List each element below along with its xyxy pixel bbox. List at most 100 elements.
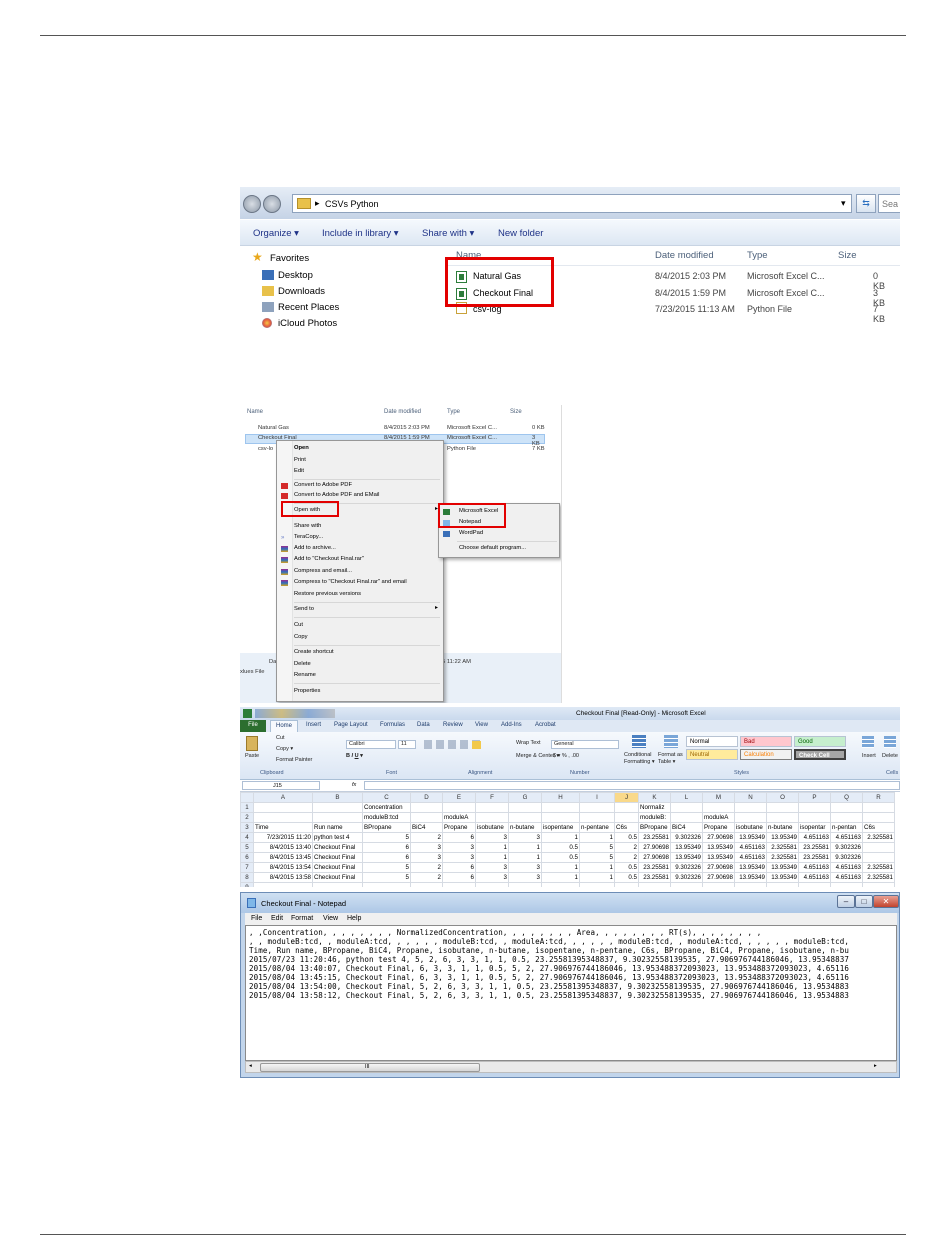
column-size[interactable]: Size (838, 250, 856, 261)
menu-edit[interactable]: Edit (294, 468, 304, 474)
cell[interactable]: 13.95349 (702, 852, 735, 863)
cell[interactable]: Normaliz (638, 802, 671, 813)
cell[interactable]: C6s (862, 822, 895, 833)
cell[interactable] (442, 882, 476, 887)
column-header[interactable]: N (734, 792, 767, 803)
cell[interactable]: 6 (442, 862, 476, 873)
cell[interactable]: 9.302326 (670, 872, 703, 883)
cell[interactable]: 13.95349 (766, 832, 799, 843)
maximize-button[interactable]: □ (855, 895, 873, 908)
cell[interactable]: 2 (614, 852, 639, 863)
nav-favorites[interactable]: ★ Favorites (252, 250, 309, 264)
column-date-modified[interactable]: Date modified (655, 250, 714, 261)
cell[interactable]: 0.5 (614, 832, 639, 843)
cell[interactable]: moduleA (702, 812, 735, 823)
cell[interactable]: 4.651163 (830, 832, 863, 843)
menu-view[interactable]: View (323, 915, 338, 922)
style-calculation[interactable]: Calculation (740, 749, 792, 760)
style-check-cell[interactable]: Check Cell (794, 749, 846, 760)
nav-desktop[interactable]: Desktop (262, 270, 313, 281)
cell[interactable]: 4.651163 (830, 862, 863, 873)
number-format-select[interactable]: General (551, 740, 619, 749)
row-header[interactable]: 1 (240, 802, 254, 813)
cell[interactable]: 6 (442, 832, 476, 843)
nav-recent-places[interactable]: Recent Places (262, 302, 339, 313)
delete-button[interactable]: Delete (882, 753, 898, 759)
cell[interactable] (862, 882, 895, 887)
menu-create-shortcut[interactable]: Create shortcut (294, 649, 334, 655)
tab-add-ins[interactable]: Add-Ins (501, 722, 522, 728)
cell[interactable]: 23.25581 (798, 852, 831, 863)
menu-add-rar[interactable]: Add to "Checkout Final.rar" (294, 556, 364, 562)
cell[interactable]: 27.90698 (702, 832, 735, 843)
cell[interactable]: 2 (410, 832, 443, 843)
cell[interactable]: 2 (410, 862, 443, 873)
cell[interactable]: 27.90698 (702, 862, 735, 873)
cell[interactable]: 9.302326 (830, 842, 863, 853)
row-header[interactable]: 7 (240, 862, 254, 873)
cell[interactable]: 27.90698 (638, 852, 671, 863)
cell[interactable] (508, 812, 542, 823)
cell[interactable] (862, 842, 895, 853)
cell[interactable]: 4.651163 (798, 862, 831, 873)
menu-compress-rar-email[interactable]: Compress to "Checkout Final.rar" and ema… (294, 579, 407, 585)
nav-downloads[interactable]: Downloads (262, 286, 325, 297)
cell[interactable]: moduleA (442, 812, 476, 823)
menu-open[interactable]: Open (294, 445, 309, 451)
cell[interactable] (614, 802, 639, 813)
format-painter-button[interactable]: Format Painter (276, 757, 312, 763)
organize-button[interactable]: Organize ▾ (253, 228, 299, 239)
cell[interactable]: isopentane (541, 822, 580, 833)
cell[interactable] (442, 802, 476, 813)
scroll-right-arrow[interactable]: ▸ (874, 1063, 877, 1069)
cell[interactable]: 6 (362, 852, 411, 863)
row-header[interactable]: 6 (240, 852, 254, 863)
cell[interactable]: 3 (442, 842, 476, 853)
cell[interactable]: 0.5 (614, 862, 639, 873)
cell[interactable] (734, 882, 767, 887)
cell[interactable]: 13.95349 (670, 842, 703, 853)
cell[interactable]: 5 (362, 862, 411, 873)
cell[interactable]: 3 (410, 842, 443, 853)
cut-button[interactable]: Cut (276, 735, 285, 741)
cell[interactable] (253, 802, 313, 813)
cell[interactable]: 27.90698 (638, 842, 671, 853)
cell[interactable]: n-pentane (579, 822, 615, 833)
cell[interactable] (862, 852, 895, 863)
cell[interactable]: 1 (579, 862, 615, 873)
cell[interactable] (541, 882, 580, 887)
menu-restore-versions[interactable]: Restore previous versions (294, 591, 361, 597)
cell[interactable]: Checkout Final (312, 872, 363, 883)
column-header[interactable]: M (702, 792, 735, 803)
fx-button[interactable]: fx (352, 782, 356, 788)
cell[interactable]: 8/4/2015 13:58 (253, 872, 313, 883)
cell[interactable]: 9.302326 (670, 832, 703, 843)
tab-review[interactable]: Review (443, 722, 463, 728)
minimize-button[interactable]: – (837, 895, 855, 908)
cell[interactable]: 4.651163 (830, 872, 863, 883)
row-header[interactable]: 5 (240, 842, 254, 853)
cell[interactable]: 2.325581 (862, 872, 895, 883)
cell[interactable] (862, 802, 895, 813)
cell[interactable]: 3 (442, 852, 476, 863)
cell[interactable]: BiC4 (410, 822, 443, 833)
currency-percent-buttons[interactable]: $ ▾ % , .00 (553, 753, 579, 759)
column-header[interactable]: A (253, 792, 313, 803)
cell[interactable]: C6s (614, 822, 639, 833)
cell[interactable] (798, 812, 831, 823)
cell[interactable]: 2.325581 (862, 832, 895, 843)
menu-help[interactable]: Help (347, 915, 361, 922)
cell[interactable]: 13.95349 (734, 862, 767, 873)
cell[interactable] (508, 802, 542, 813)
cell[interactable]: 13.95349 (702, 842, 735, 853)
cell[interactable]: Checkout Final (312, 862, 363, 873)
column-header[interactable]: D (410, 792, 443, 803)
row-header[interactable]: 4 (240, 832, 254, 843)
cell[interactable]: BPropane (638, 822, 671, 833)
cell[interactable] (312, 882, 363, 887)
cell[interactable]: 2 (614, 842, 639, 853)
cell[interactable]: 0.5 (614, 872, 639, 883)
cell[interactable] (862, 812, 895, 823)
cell[interactable] (702, 802, 735, 813)
horizontal-scrollbar[interactable]: ◂ III ▸ (245, 1061, 897, 1073)
